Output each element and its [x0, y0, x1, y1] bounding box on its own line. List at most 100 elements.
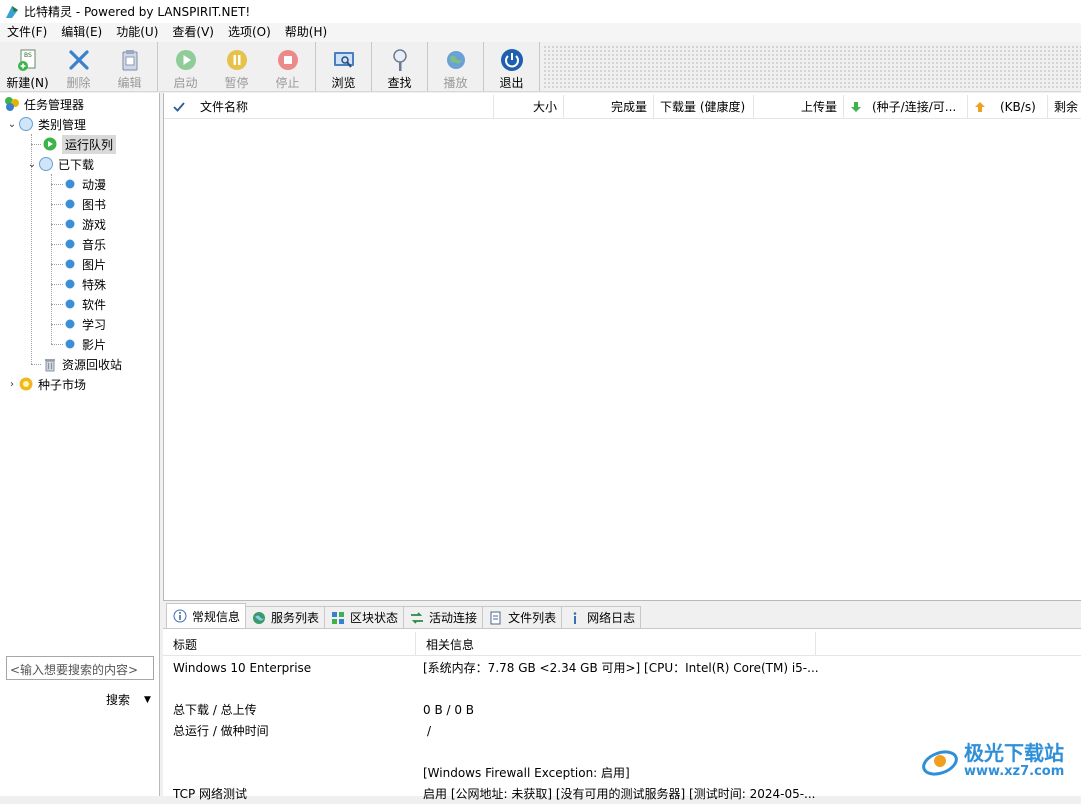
column-seeds[interactable]: (种子/连接/可... — [844, 94, 968, 119]
chevron-down-icon[interactable]: ⌄ — [26, 159, 38, 170]
column-uploaded[interactable]: 上传量 — [754, 94, 844, 119]
menu-edit[interactable]: 编辑(E) — [54, 23, 109, 42]
upload-arrow-icon — [975, 101, 985, 112]
info-key: 总运行 / 做种时间 — [173, 724, 269, 738]
dot-icon — [62, 336, 78, 352]
tab-general[interactable]: 常规信息 — [166, 603, 247, 628]
column-completed[interactable]: 完成量 — [564, 94, 654, 119]
toolbar-group-play: 播放 — [428, 42, 484, 91]
menu-bar: 文件(F) 编辑(E) 功能(U) 查看(V) 选项(O) 帮助(H) — [0, 23, 1081, 42]
tree-item-label: 软件 — [82, 297, 107, 312]
browse-icon — [331, 47, 357, 72]
tree-connector — [31, 364, 41, 365]
tree-item-category[interactable]: ⌄ 类别管理 — [6, 114, 86, 134]
search-button-label: 搜索 — [106, 693, 131, 707]
column-remaining[interactable]: 剩余 — [1048, 95, 1081, 119]
tree-item-books[interactable]: 图书 — [62, 194, 106, 214]
dot-icon — [62, 216, 78, 232]
tree-item-games[interactable]: 游戏 — [62, 214, 106, 234]
title-bar: 比特精灵 - Powered by LANSPIRIT.NET! — [0, 0, 1081, 23]
tree-item-running-queue[interactable]: 运行队列 — [42, 134, 117, 154]
toolbar-group-control: 启动 暂停 停止 — [158, 42, 316, 91]
tab-files[interactable]: 文件列表 — [482, 606, 563, 628]
tree-item-label: 图片 — [82, 257, 107, 272]
tree-item-label: 影片 — [82, 337, 107, 352]
info-circle-icon — [172, 608, 188, 624]
globe-icon — [443, 47, 469, 72]
tab-blocks[interactable]: 区块状态 — [324, 606, 405, 628]
start-button-label: 启动 — [173, 76, 198, 90]
delete-button-label: 删除 — [66, 76, 91, 90]
info-value: [系统内存：7.78 GB <2.34 GB 可用>] [CPU：Intel(R… — [423, 661, 819, 675]
tree-item-market[interactable]: › 种子市场 — [6, 374, 86, 394]
info-header-title[interactable]: 标题 — [163, 632, 416, 656]
exit-button-label: 退出 — [499, 76, 524, 90]
watermark-main: 极光下载站 — [964, 741, 1064, 765]
column-downloaded[interactable]: 下载量 (健康度) — [654, 94, 754, 119]
task-list[interactable]: 文件名称 大小 完成量 下载量 (健康度) 上传量 (种子/连接/可... (K… — [163, 93, 1081, 601]
task-list-header: 文件名称 大小 完成量 下载量 (健康度) 上传量 (种子/连接/可... (K… — [164, 94, 1081, 119]
tree-item-label: 运行队列 — [62, 134, 117, 154]
play-button-label: 播放 — [443, 76, 468, 90]
menu-function[interactable]: 功能(U) — [109, 23, 165, 42]
pause-button[interactable]: 暂停 — [211, 42, 262, 91]
column-size[interactable]: 大小 — [494, 94, 564, 119]
exit-button[interactable]: 退出 — [486, 42, 537, 91]
tree-item-pictures[interactable]: 图片 — [62, 254, 106, 274]
tree-item-study[interactable]: 学习 — [62, 314, 106, 334]
chevron-down-icon[interactable]: ⌄ — [6, 119, 18, 130]
stop-circle-icon — [275, 47, 301, 72]
toolbar-group-find: 查找 — [372, 42, 428, 91]
browse-button[interactable]: 浏览 — [318, 42, 369, 91]
chevron-right-icon[interactable]: › — [6, 379, 18, 390]
dot-icon — [62, 296, 78, 312]
delete-icon — [66, 47, 92, 72]
menu-view[interactable]: 查看(V) — [165, 23, 221, 42]
new-button[interactable]: BS 新建(N) — [2, 42, 53, 91]
tab-servers[interactable]: 服务列表 — [245, 606, 326, 628]
select-all-checkbox[interactable] — [164, 95, 194, 119]
column-filename[interactable]: 文件名称 — [194, 94, 494, 119]
tab-connections[interactable]: 活动连接 — [403, 606, 484, 628]
tree-item-software[interactable]: 软件 — [62, 294, 106, 314]
trash-icon — [42, 356, 58, 372]
info-row: 总运行 / 做种时间 / — [163, 720, 1081, 741]
search-input[interactable]: <输入想要搜索的内容> — [6, 656, 154, 680]
column-speed[interactable]: (KB/s) — [968, 94, 1048, 119]
stop-button[interactable]: 停止 — [262, 42, 313, 91]
menu-help[interactable]: 帮助(H) — [278, 23, 334, 42]
caret-down-icon[interactable]: ▼ — [144, 695, 151, 705]
tree-item-downloaded[interactable]: ⌄ 已下载 — [26, 154, 94, 174]
find-button[interactable]: 查找 — [374, 42, 425, 91]
play-button[interactable]: 播放 — [430, 42, 481, 91]
watermark-logo-icon — [922, 749, 958, 776]
clipboard-icon — [117, 47, 143, 72]
start-button[interactable]: 启动 — [160, 42, 211, 91]
edit-button[interactable]: 编辑 — [104, 42, 155, 91]
tree-item-anime[interactable]: 动漫 — [62, 174, 106, 194]
stop-button-label: 停止 — [275, 76, 300, 90]
tab-label: 服务列表 — [271, 611, 320, 625]
tree-item-movies[interactable]: 影片 — [62, 334, 106, 354]
watermark-sub: www.xz7.com — [964, 764, 1065, 779]
tree-item-music[interactable]: 音乐 — [62, 234, 106, 254]
dot-icon — [62, 256, 78, 272]
info-value: 启用 [公网地址: 未获取] [没有可用的测试服务器] [测试时间: 2024-… — [423, 787, 816, 801]
tab-label: 常规信息 — [192, 609, 241, 624]
running-queue-icon — [42, 136, 58, 152]
menu-file[interactable]: 文件(F) — [0, 23, 54, 42]
dot-icon — [62, 176, 78, 192]
info-row: 总下载 / 总上传 0 B / 0 B — [163, 699, 1081, 720]
info-header-detail[interactable]: 相关信息 — [416, 632, 816, 656]
dot-icon — [62, 236, 78, 252]
browse-button-label: 浏览 — [331, 76, 356, 90]
menu-options[interactable]: 选项(O) — [221, 23, 278, 42]
tree-item-special[interactable]: 特殊 — [62, 274, 106, 294]
tab-log[interactable]: 网络日志 — [561, 606, 642, 628]
delete-button[interactable]: 删除 — [53, 42, 104, 91]
search-button[interactable]: 搜索 ▼ — [106, 691, 151, 708]
info-row: Windows 10 Enterprise [系统内存：7.78 GB <2.3… — [163, 657, 1081, 678]
tree-root[interactable]: 任务管理器 — [4, 94, 84, 114]
info-key: Windows 10 Enterprise — [173, 660, 312, 675]
tree-item-recycle[interactable]: 资源回收站 — [42, 354, 122, 374]
